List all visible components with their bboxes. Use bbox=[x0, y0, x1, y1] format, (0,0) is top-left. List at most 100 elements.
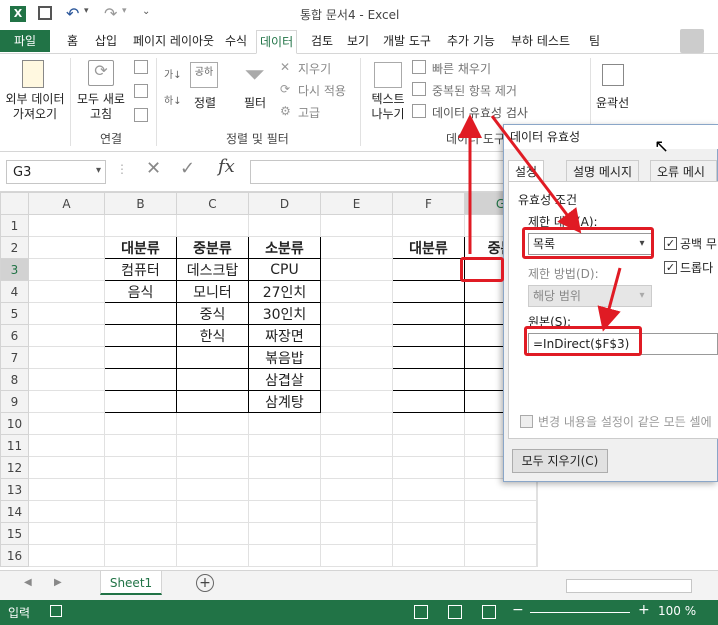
data-validation-button[interactable]: 데이터 유효성 검사 bbox=[432, 104, 528, 121]
cell-F7[interactable] bbox=[392, 346, 465, 369]
cancel-icon[interactable]: ✕ bbox=[146, 158, 161, 179]
name-box[interactable]: G3 ▾ bbox=[6, 160, 106, 184]
properties-icon[interactable] bbox=[134, 84, 148, 98]
sort-button[interactable]: 정렬 bbox=[194, 94, 216, 111]
cell-F6[interactable] bbox=[392, 324, 465, 347]
cell-F11[interactable] bbox=[392, 434, 465, 457]
avatar[interactable] bbox=[680, 29, 704, 53]
ignore-blank-checkbox[interactable]: ✓ bbox=[664, 237, 677, 250]
cell-F1[interactable] bbox=[392, 214, 465, 237]
cell-A8[interactable] bbox=[28, 368, 105, 391]
horizontal-scrollbar[interactable] bbox=[566, 579, 692, 593]
cell-D10[interactable] bbox=[248, 412, 321, 435]
page-layout-view-icon[interactable] bbox=[448, 605, 462, 619]
column-header-D[interactable]: D bbox=[248, 192, 321, 215]
cell-C7[interactable] bbox=[176, 346, 249, 369]
tab-addins[interactable]: 추가 기능 bbox=[444, 30, 498, 52]
cell-E10[interactable] bbox=[320, 412, 393, 435]
cell-A15[interactable] bbox=[28, 522, 105, 545]
edit-links-icon[interactable] bbox=[134, 108, 148, 122]
tab-review[interactable]: 검토 bbox=[308, 30, 336, 52]
cell-E15[interactable] bbox=[320, 522, 393, 545]
cell-D11[interactable] bbox=[248, 434, 321, 457]
cell-E3[interactable] bbox=[320, 258, 393, 281]
in-cell-dropdown-checkbox[interactable]: ✓ bbox=[664, 261, 677, 274]
cell-D15[interactable] bbox=[248, 522, 321, 545]
row-header-4[interactable]: 4 bbox=[0, 280, 29, 303]
cell-E5[interactable] bbox=[320, 302, 393, 325]
row-header-9[interactable]: 9 bbox=[0, 390, 29, 413]
cell-F15[interactable] bbox=[392, 522, 465, 545]
text-to-columns-button[interactable]: 텍스트 나누기 bbox=[368, 92, 408, 122]
cell-C5[interactable]: 중식 bbox=[176, 302, 249, 325]
connections-icon[interactable] bbox=[134, 60, 148, 74]
cell-B11[interactable] bbox=[104, 434, 177, 457]
add-sheet-icon[interactable]: + bbox=[196, 574, 214, 592]
redo-icon[interactable]: ↷ bbox=[104, 4, 117, 23]
cell-E16[interactable] bbox=[320, 544, 393, 567]
macro-record-icon[interactable] bbox=[50, 605, 62, 617]
cell-D14[interactable] bbox=[248, 500, 321, 523]
remove-duplicates-button[interactable]: 중복된 항목 제거 bbox=[432, 82, 517, 99]
row-header-8[interactable]: 8 bbox=[0, 368, 29, 391]
cell-D1[interactable] bbox=[248, 214, 321, 237]
cell-C12[interactable] bbox=[176, 456, 249, 479]
cell-B4[interactable]: 음식 bbox=[104, 280, 177, 303]
cell-E11[interactable] bbox=[320, 434, 393, 457]
row-header-12[interactable]: 12 bbox=[0, 456, 29, 479]
tab-home[interactable]: 홈 bbox=[64, 30, 81, 52]
tab-page-layout[interactable]: 페이지 레이아웃 bbox=[130, 30, 217, 52]
cell-B10[interactable] bbox=[104, 412, 177, 435]
sort-az-icon[interactable]: 가↓ bbox=[164, 66, 182, 81]
cell-A5[interactable] bbox=[28, 302, 105, 325]
cell-F3[interactable] bbox=[392, 258, 465, 281]
row-header-2[interactable]: 2 bbox=[0, 236, 29, 259]
cell-C4[interactable]: 모니터 bbox=[176, 280, 249, 303]
cell-D5[interactable]: 30인치 bbox=[248, 302, 321, 325]
normal-view-icon[interactable] bbox=[414, 605, 428, 619]
scroll-left-icon[interactable]: ◀ bbox=[24, 577, 32, 588]
cell-C2[interactable]: 중분류 bbox=[176, 236, 249, 259]
row-header-10[interactable]: 10 bbox=[0, 412, 29, 435]
cell-H15[interactable] bbox=[536, 522, 538, 545]
cell-F4[interactable] bbox=[392, 280, 465, 303]
redo-dropdown-icon[interactable]: ▾ bbox=[122, 6, 127, 16]
page-break-view-icon[interactable] bbox=[482, 605, 496, 619]
cell-E8[interactable] bbox=[320, 368, 393, 391]
zoom-level[interactable]: 100 % bbox=[658, 604, 696, 618]
zoom-in-icon[interactable]: + bbox=[638, 602, 650, 618]
cell-B5[interactable] bbox=[104, 302, 177, 325]
cell-G16[interactable] bbox=[464, 544, 537, 567]
cell-E13[interactable] bbox=[320, 478, 393, 501]
cell-F12[interactable] bbox=[392, 456, 465, 479]
cell-E4[interactable] bbox=[320, 280, 393, 303]
cell-H16[interactable] bbox=[536, 544, 538, 567]
filter-button[interactable]: 필터 bbox=[244, 94, 266, 111]
cell-B6[interactable] bbox=[104, 324, 177, 347]
clear-button[interactable]: 지우기 bbox=[298, 60, 331, 77]
column-header-F[interactable]: F bbox=[392, 192, 465, 215]
cell-F2[interactable]: 대분류 bbox=[392, 236, 465, 259]
cell-C11[interactable] bbox=[176, 434, 249, 457]
external-data-button[interactable]: 외부 데이터 가져오기 bbox=[4, 92, 66, 122]
sort-za-icon[interactable]: 하↓ bbox=[164, 92, 182, 107]
cell-C15[interactable] bbox=[176, 522, 249, 545]
cell-B1[interactable] bbox=[104, 214, 177, 237]
cell-E9[interactable] bbox=[320, 390, 393, 413]
tab-developer[interactable]: 개발 도구 bbox=[380, 30, 434, 52]
flash-fill-button[interactable]: 빠른 채우기 bbox=[432, 60, 491, 77]
advanced-button[interactable]: 고급 bbox=[298, 104, 320, 121]
name-box-dropdown-icon[interactable]: ▾ bbox=[96, 165, 101, 176]
save-icon[interactable] bbox=[38, 6, 52, 20]
cell-C8[interactable] bbox=[176, 368, 249, 391]
cell-F14[interactable] bbox=[392, 500, 465, 523]
cell-B9[interactable] bbox=[104, 390, 177, 413]
cell-E6[interactable] bbox=[320, 324, 393, 347]
cell-A14[interactable] bbox=[28, 500, 105, 523]
tab-input-message[interactable]: 설명 메시지 bbox=[566, 160, 640, 182]
cell-D4[interactable]: 27인치 bbox=[248, 280, 321, 303]
row-header-15[interactable]: 15 bbox=[0, 522, 29, 545]
tab-error-alert[interactable]: 오류 메시지 bbox=[650, 160, 717, 201]
row-header-13[interactable]: 13 bbox=[0, 478, 29, 501]
row-header-5[interactable]: 5 bbox=[0, 302, 29, 325]
